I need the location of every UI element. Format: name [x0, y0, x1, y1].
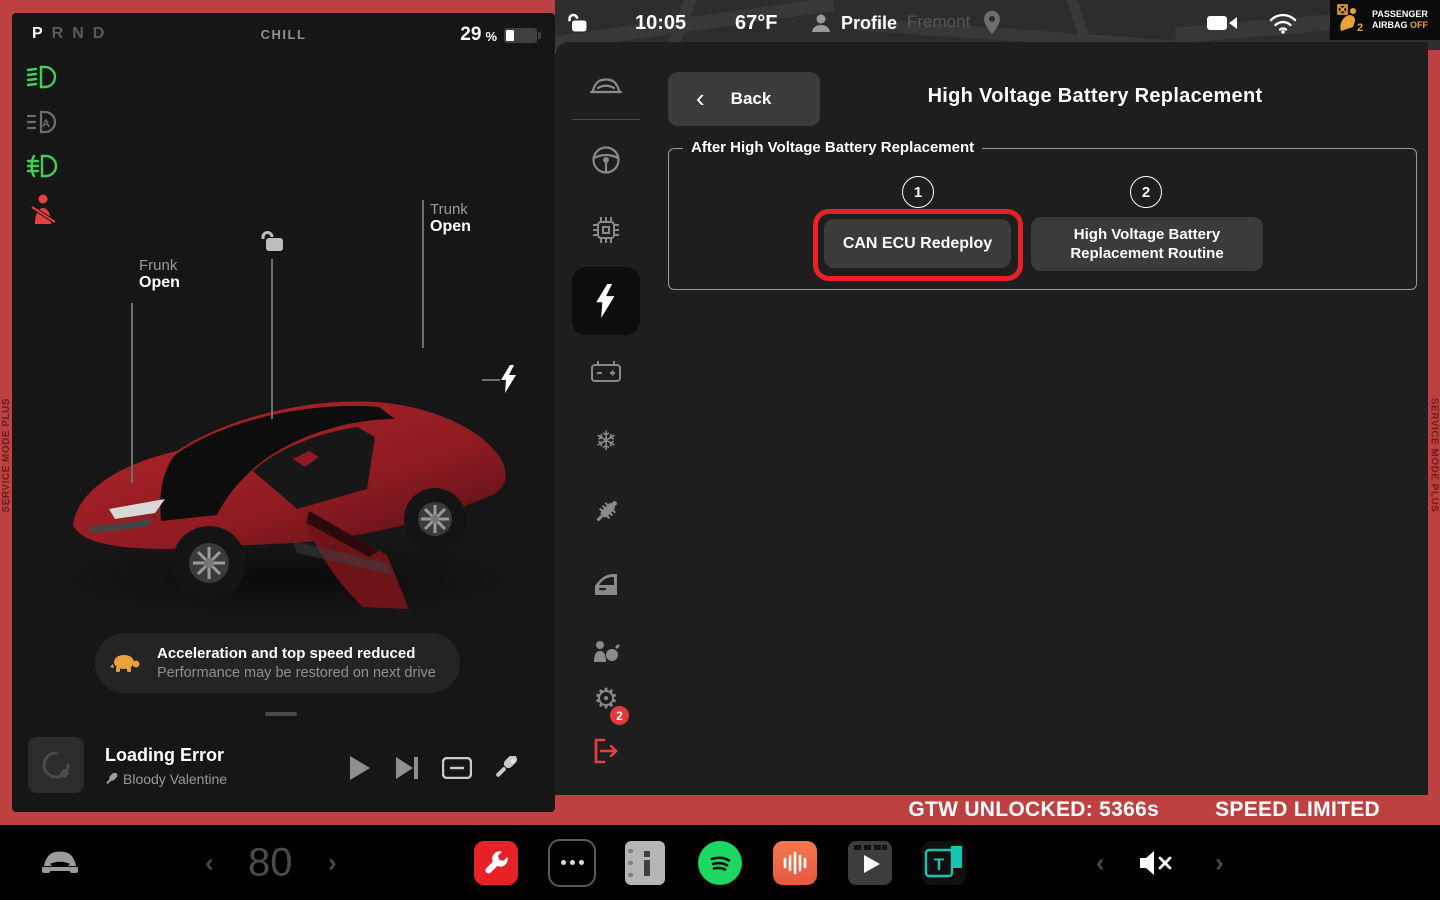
sidebar-item-exit-service[interactable]: [572, 725, 640, 777]
instrument-cluster: P R N D CHILL 29 % A: [12, 13, 555, 812]
frunk-state: Open: [139, 274, 180, 292]
back-button-label: Back: [731, 89, 772, 109]
media-track-title[interactable]: Loading Error: [105, 745, 224, 766]
svg-text:2: 2: [1357, 22, 1363, 33]
dashcam-icon[interactable]: [1207, 0, 1237, 46]
service-mode-stripe-right: SERVICE MODE PLUS: [1427, 335, 1440, 575]
section-legend: After High Voltage Battery Replacement: [683, 139, 982, 156]
charge-port-bolt-icon: [501, 365, 517, 398]
gtw-unlocked-status: GTW UNLOCKED: 5366s: [908, 798, 1159, 822]
chevron-left-icon: ‹: [696, 85, 705, 111]
service-app-icon[interactable]: [474, 841, 518, 885]
map-pin-icon: [983, 0, 1001, 46]
service-panel: ❄ ⚙ 2 ‹ Back High Voltage Battery Replac: [555, 42, 1428, 795]
karaoke-mic-small-icon: [105, 773, 118, 786]
media-drag-handle[interactable]: [265, 712, 297, 716]
media-artist[interactable]: Bloody Valentine: [105, 771, 227, 787]
outside-temperature: 67°F: [735, 0, 777, 46]
toast-subtitle: Performance may be restored on next driv…: [157, 665, 436, 681]
auto-headlight-icon: A: [24, 105, 62, 139]
turtle-icon: [95, 652, 157, 674]
airbag-line1: PASSENGER: [1372, 9, 1428, 19]
fog-light-icon: [24, 149, 62, 183]
sidebar-item-suspension[interactable]: [572, 486, 640, 538]
sidebar-item-closures[interactable]: [572, 557, 640, 609]
airbag-status: OFF: [1410, 20, 1428, 30]
service-alert-bar: GTW UNLOCKED: 5366s SPEED LIMITED: [555, 795, 1440, 825]
sidebar-item-ecu[interactable]: [572, 204, 640, 256]
vehicle-controls-button[interactable]: [38, 850, 82, 876]
trunk-state: Open: [430, 218, 471, 236]
battery-icon: [504, 28, 537, 43]
tesla-service-screen: SERVICE MODE PLUS SERVICE MODE PLUS SERV…: [0, 0, 1440, 900]
unlock-icon: [260, 228, 286, 259]
toast-title: Acceleration and top speed reduced: [157, 645, 436, 662]
speed-limited-status: SPEED LIMITED: [1215, 798, 1380, 822]
frunk-status: Frunk Open: [139, 257, 180, 292]
karaoke-mic-button[interactable]: [489, 751, 523, 785]
owners-manual-icon[interactable]: [625, 841, 665, 885]
svg-text:A: A: [42, 118, 50, 130]
sidebar-item-thermal[interactable]: ❄: [572, 415, 640, 467]
unlock-callout-line: [271, 259, 273, 419]
sidebar-item-airbag[interactable]: [572, 625, 640, 677]
battery-percent: 29: [460, 24, 481, 46]
sidebar-item-alerts[interactable]: ⚙: [572, 672, 640, 724]
speed-limit-value: 80: [248, 840, 293, 885]
frunk-label: Frunk: [139, 257, 180, 274]
spotify-app-icon[interactable]: [698, 841, 742, 885]
album-art[interactable]: [28, 737, 84, 793]
bolt-icon: [596, 284, 616, 318]
profile-icon: [809, 0, 833, 46]
speaker-muted-icon[interactable]: [1138, 850, 1174, 876]
wifi-icon[interactable]: [1269, 0, 1297, 46]
sidebar-item-steering[interactable]: [572, 134, 640, 186]
speed-limit-decrease[interactable]: ‹: [205, 847, 214, 878]
airbag-line2: AIRBAG: [1372, 20, 1408, 30]
play-button[interactable]: [342, 751, 376, 785]
alerts-badge: 2: [610, 706, 629, 725]
frunk-callout-line: [131, 303, 133, 483]
charge-port-line: [482, 379, 500, 381]
sidebar-item-low-voltage[interactable]: [572, 345, 640, 397]
volume-up[interactable]: ›: [1215, 847, 1224, 878]
battery-state-of-charge: 29 %: [460, 24, 537, 46]
trunk-label: Trunk: [430, 201, 471, 218]
skip-next-button[interactable]: [391, 751, 425, 785]
svg-text:T: T: [934, 855, 945, 874]
taskbar: ‹ 80 ›: [0, 825, 1440, 900]
back-button[interactable]: ‹ Back: [668, 72, 820, 126]
theater-app-icon[interactable]: [848, 841, 892, 885]
hvb-replacement-routine-button[interactable]: High Voltage Battery Replacement Routine: [1031, 217, 1263, 271]
lyrics-button[interactable]: [440, 751, 474, 785]
sidebar-item-vehicle[interactable]: [572, 62, 640, 114]
app-launcher-icon[interactable]: [548, 839, 596, 887]
airbag-off-icon: 2: [1336, 3, 1366, 38]
passenger-airbag-indicator: 2 PASSENGER AIRBAG OFF: [1330, 0, 1440, 40]
snowflake-icon: ❄: [595, 426, 618, 457]
vehicle-visualization: [52, 313, 532, 628]
trunk-status: Trunk Open: [430, 201, 471, 236]
trunk-callout-line: [422, 200, 424, 348]
volume-down[interactable]: ‹: [1096, 847, 1105, 878]
page-title: High Voltage Battery Replacement: [835, 85, 1355, 108]
step-2-number: 2: [1130, 176, 1162, 208]
can-ecu-redeploy-button[interactable]: CAN ECU Redeploy: [824, 219, 1011, 268]
map-city-label: Fremont: [907, 12, 970, 32]
sidebar-divider: [572, 119, 640, 120]
battery-percent-unit: %: [485, 26, 497, 44]
sidebar-item-high-voltage-selected[interactable]: [572, 267, 640, 335]
profile-menu[interactable]: Profile: [841, 0, 897, 46]
podcast-app-icon[interactable]: [773, 841, 817, 885]
clock: 10:05: [635, 0, 686, 46]
t-media-app-icon[interactable]: T: [922, 841, 966, 885]
seatbelt-warning-icon: [24, 193, 62, 227]
performance-toast: Acceleration and top speed reduced Perfo…: [95, 633, 460, 693]
low-beam-icon: [24, 60, 62, 94]
lock-status-icon: [567, 0, 589, 46]
step-1-number: 1: [902, 176, 934, 208]
speed-limit-increase[interactable]: ›: [328, 847, 337, 878]
after-replacement-section: After High Voltage Battery Replacement 1…: [668, 148, 1417, 290]
